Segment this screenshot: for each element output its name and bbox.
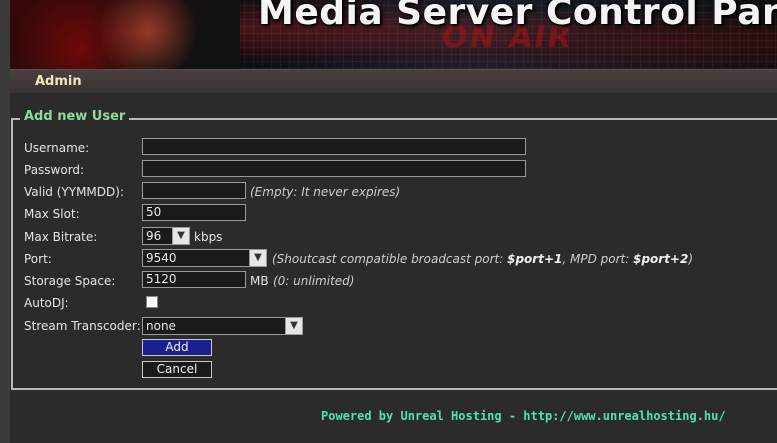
bitrate-unit: kbps bbox=[194, 230, 223, 244]
banner-logo-art bbox=[10, 0, 240, 69]
port-hint-suffix: ) bbox=[688, 252, 694, 266]
autodj-label: AutoDJ: bbox=[24, 296, 69, 310]
port-label: Port: bbox=[24, 252, 52, 266]
fieldset-legend: Add new User bbox=[20, 109, 130, 124]
storage-hint-text: (0: unlimited) bbox=[273, 274, 355, 288]
chevron-down-icon[interactable]: ▼ bbox=[249, 250, 266, 266]
storage-input[interactable]: 5120 bbox=[142, 271, 246, 288]
valid-hint-text: (Empty: It never expires) bbox=[250, 185, 401, 199]
port-hint-var2: $port+2 bbox=[633, 252, 689, 266]
footer-credit: Powered by Unreal Hosting - http://www.u… bbox=[321, 409, 726, 423]
password-label: Password: bbox=[24, 163, 85, 177]
port-hint-var1: $port+1 bbox=[507, 252, 563, 266]
chevron-down-icon[interactable]: ▼ bbox=[285, 318, 302, 334]
max-bitrate-select[interactable]: 96 ▼ bbox=[142, 227, 190, 245]
main-content: ON AIR Media Server Control Panel Admin … bbox=[10, 0, 777, 443]
username-label: Username: bbox=[24, 141, 90, 155]
port-hint-prefix: (Shoutcast compatible broadcast port: bbox=[272, 252, 508, 266]
port-hint-mid: , MPD port: bbox=[562, 252, 634, 266]
transcoder-select[interactable]: none ▼ bbox=[142, 317, 303, 335]
left-border-strip bbox=[0, 0, 10, 443]
cancel-button[interactable]: Cancel bbox=[142, 361, 212, 378]
max-slot-label: Max Slot: bbox=[24, 207, 80, 221]
storage-unit: MB bbox=[250, 274, 269, 288]
valid-hint: (Empty: It never expires) bbox=[250, 185, 400, 199]
port-hint: (Shoutcast compatible broadcast port: $p… bbox=[272, 252, 693, 266]
storage-label: Storage Space: bbox=[24, 274, 116, 288]
transcoder-value: none bbox=[146, 319, 176, 333]
valid-label: Valid (YYMMDD): bbox=[24, 185, 124, 199]
port-select[interactable]: 9540 ▼ bbox=[142, 249, 267, 267]
port-value: 9540 bbox=[146, 251, 177, 265]
add-button[interactable]: Add bbox=[142, 339, 212, 356]
username-input[interactable] bbox=[142, 138, 526, 155]
transcoder-label: Stream Transcoder: bbox=[24, 319, 141, 333]
storage-hint: (0: unlimited) bbox=[273, 274, 354, 288]
nav-admin-link[interactable]: Admin bbox=[35, 74, 82, 89]
max-bitrate-label: Max Bitrate: bbox=[24, 230, 98, 244]
max-bitrate-value: 96 bbox=[146, 229, 162, 243]
header-banner: ON AIR Media Server Control Panel bbox=[10, 0, 777, 69]
password-input[interactable] bbox=[142, 160, 526, 177]
max-slot-input[interactable]: 50 bbox=[142, 204, 246, 221]
chevron-down-icon[interactable]: ▼ bbox=[172, 228, 189, 244]
autodj-checkbox[interactable] bbox=[146, 296, 158, 308]
page-title: Media Server Control Panel bbox=[258, 0, 777, 33]
nav-bar: Admin bbox=[10, 69, 777, 93]
valid-date-input[interactable] bbox=[142, 182, 246, 199]
